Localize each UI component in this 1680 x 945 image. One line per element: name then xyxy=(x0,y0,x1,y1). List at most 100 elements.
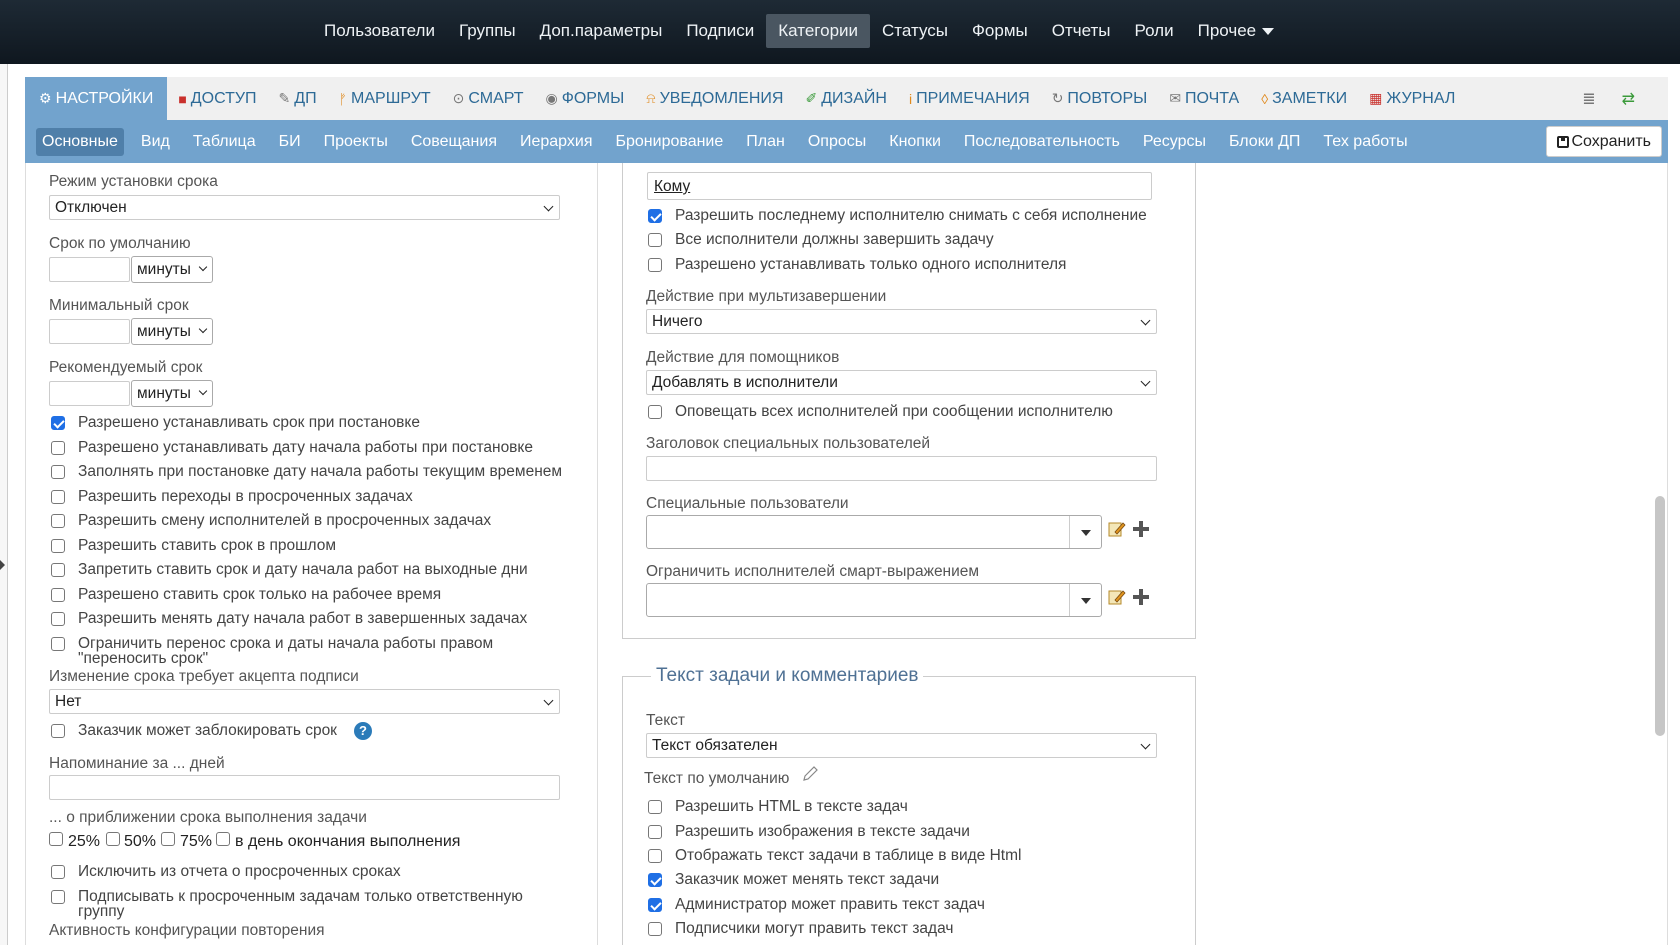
help-icon[interactable]: ? xyxy=(354,722,372,740)
tab-notes[interactable]: i ПРИМЕЧАНИЯ xyxy=(898,77,1041,120)
change-requires-select[interactable]: Нет xyxy=(49,689,560,714)
subtab-table[interactable]: Таблица xyxy=(187,128,262,156)
checkbox-label: Разрешено устанавливать срок при постано… xyxy=(78,414,420,431)
tab-access[interactable]: ■ ДОСТУП xyxy=(167,77,267,120)
dropdown-arrow-icon[interactable] xyxy=(1069,584,1101,616)
allow-html-checkbox[interactable] xyxy=(648,800,662,814)
checkbox-label: Разрешить изображения в тексте задачи xyxy=(675,823,970,840)
admin-edit-text-checkbox[interactable] xyxy=(648,898,662,912)
komu-field[interactable]: Кому xyxy=(647,172,1152,200)
edit-list-icon[interactable] xyxy=(1108,588,1126,606)
tab-settings[interactable]: ⚙ НАСТРОЙКИ xyxy=(25,77,168,120)
default-term-input[interactable] xyxy=(49,257,130,282)
subtab-plan[interactable]: План xyxy=(740,128,791,156)
single-executor-checkbox[interactable] xyxy=(648,258,662,272)
save-button[interactable]: Сохранить xyxy=(1546,126,1662,157)
exclude-report-checkbox[interactable] xyxy=(51,865,65,879)
multi-action-select[interactable]: Ничего xyxy=(646,309,1157,334)
tab-journal[interactable]: ▦ ЖУРНАЛ xyxy=(1358,77,1466,120)
add-icon[interactable] xyxy=(1132,588,1150,606)
subscribers-edit-text-checkbox[interactable] xyxy=(648,922,662,936)
subtab-meetings[interactable]: Совещания xyxy=(405,128,503,156)
working-time-only-checkbox[interactable] xyxy=(51,588,65,602)
tab-label: ДОСТУП xyxy=(190,89,257,107)
recommended-term-unit-select[interactable]: минуты xyxy=(131,380,213,407)
reminder-input[interactable] xyxy=(49,775,560,800)
subtab-sequence[interactable]: Последовательность xyxy=(958,128,1126,156)
tab-repeats[interactable]: ↻ ПОВТОРЫ xyxy=(1041,77,1159,120)
percent-25-checkbox[interactable] xyxy=(49,832,63,846)
customer-edit-text-checkbox[interactable] xyxy=(648,873,662,887)
percent-75-checkbox[interactable] xyxy=(161,832,175,846)
allow-change-start-completed-checkbox[interactable] xyxy=(51,612,65,626)
limit-smart-combobox[interactable] xyxy=(646,583,1102,617)
vertical-scrollbar[interactable] xyxy=(1655,496,1665,736)
nav-item-extra-params[interactable]: Доп.параметры xyxy=(528,14,675,48)
allow-overdue-transitions-checkbox[interactable] xyxy=(51,490,65,504)
subtab-view[interactable]: Вид xyxy=(135,128,176,156)
recommended-term-input[interactable] xyxy=(49,381,130,406)
nav-item-users[interactable]: Пользователи xyxy=(312,14,447,48)
special-header-input[interactable] xyxy=(646,456,1157,481)
tab-route[interactable]: ᚠ МАРШРУТ xyxy=(328,77,442,120)
subtab-resources[interactable]: Ресурсы xyxy=(1137,128,1212,156)
min-term-input[interactable] xyxy=(49,319,130,344)
fill-start-date-checkbox[interactable] xyxy=(51,465,65,479)
percent-50-checkbox[interactable] xyxy=(106,832,120,846)
tab-bookmarks[interactable]: ◊ ЗАМЕТКИ xyxy=(1250,77,1358,120)
subscribe-overdue-checkbox[interactable] xyxy=(51,890,65,904)
pencil-icon[interactable] xyxy=(802,766,818,782)
limit-transfer-checkbox[interactable] xyxy=(51,637,65,651)
forbid-weekends-checkbox[interactable] xyxy=(51,563,65,577)
subtab-dp-blocks[interactable]: Блоки ДП xyxy=(1223,128,1306,156)
deadline-mode-select[interactable]: Отключен xyxy=(49,195,560,220)
nav-item-signatures[interactable]: Подписи xyxy=(674,14,766,48)
html-in-table-checkbox[interactable] xyxy=(648,849,662,863)
nav-item-categories[interactable]: Категории xyxy=(766,14,871,48)
nav-item-groups[interactable]: Группы xyxy=(447,14,528,48)
left-collapse-handle[interactable] xyxy=(0,64,8,945)
nav-item-reports[interactable]: Отчеты xyxy=(1040,14,1123,48)
helpers-action-select[interactable]: Добавлять в исполнители xyxy=(646,370,1157,395)
all-executors-finish-checkbox[interactable] xyxy=(648,233,662,247)
add-icon[interactable] xyxy=(1132,520,1150,538)
subtab-booking[interactable]: Бронирование xyxy=(610,128,730,156)
tab-dp[interactable]: ✎ ДП xyxy=(268,77,328,120)
dropdown-arrow-icon[interactable] xyxy=(1069,516,1101,548)
database-icon[interactable]: ≣ xyxy=(1571,77,1610,120)
end-day-checkbox[interactable] xyxy=(216,832,230,846)
tab-design[interactable]: ✐ ДИЗАЙН xyxy=(794,77,897,120)
special-users-combobox[interactable] xyxy=(646,515,1102,549)
default-term-unit-select[interactable]: минуты xyxy=(131,256,213,283)
subtab-hierarchy[interactable]: Иерархия xyxy=(514,128,599,156)
subtab-maintenance[interactable]: Тех работы xyxy=(1317,128,1413,156)
tab-mail[interactable]: ✉ ПОЧТА xyxy=(1158,77,1250,120)
tab-forms[interactable]: ◉ ФОРМЫ xyxy=(534,77,635,120)
customer-block-checkbox[interactable] xyxy=(51,724,65,738)
allow-deadline-checkbox[interactable] xyxy=(51,416,65,430)
min-term-unit-select[interactable]: минуты xyxy=(131,318,213,345)
nav-item-other-dropdown[interactable]: Прочее xyxy=(1186,14,1287,48)
allow-last-executor-checkbox[interactable] xyxy=(648,209,662,223)
edit-list-icon[interactable] xyxy=(1108,520,1126,538)
nav-item-statuses[interactable]: Статусы xyxy=(870,14,960,48)
subtab-buttons[interactable]: Кнопки xyxy=(883,128,947,156)
notify-all-checkbox[interactable] xyxy=(648,405,662,419)
allow-past-deadline-checkbox[interactable] xyxy=(51,539,65,553)
subtab-projects[interactable]: Проекты xyxy=(318,128,394,156)
sync-icon[interactable]: ⇄ xyxy=(1611,77,1650,120)
subtab-bi[interactable]: БИ xyxy=(273,128,307,156)
checkbox-label: Разрешить переходы в просроченных задача… xyxy=(78,488,413,505)
allow-images-checkbox[interactable] xyxy=(648,825,662,839)
allow-overdue-executor-change-checkbox[interactable] xyxy=(51,514,65,528)
subtab-polls[interactable]: Опросы xyxy=(802,128,872,156)
tab-notifications[interactable]: ⍾ УВЕДОМЛЕНИЯ xyxy=(635,77,794,120)
percent-25-label: 25% xyxy=(68,833,101,850)
nav-item-roles[interactable]: Роли xyxy=(1123,14,1186,48)
nav-item-forms[interactable]: Формы xyxy=(960,14,1040,48)
tab-smart[interactable]: ⊙ СМАРТ xyxy=(442,77,535,120)
text-mode-select[interactable]: Текст обязателен xyxy=(646,733,1157,758)
allow-start-date-checkbox[interactable] xyxy=(51,441,65,455)
expand-arrow-icon xyxy=(0,560,5,570)
subtab-main[interactable]: Основные xyxy=(36,127,124,156)
